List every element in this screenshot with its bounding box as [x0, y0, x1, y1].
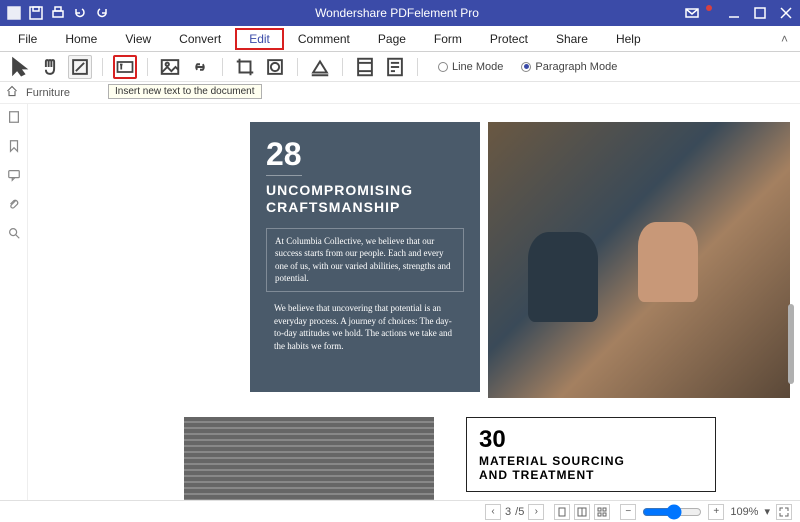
- menubar: File Home View Convert Edit Comment Page…: [0, 26, 800, 52]
- menu-page[interactable]: Page: [364, 28, 420, 50]
- home-icon[interactable]: [6, 85, 18, 100]
- link-tool-icon[interactable]: [188, 55, 212, 79]
- app-logo-icon: [6, 5, 22, 21]
- collapse-ribbon-icon[interactable]: ˄: [773, 32, 796, 46]
- grid-view-icon[interactable]: [594, 504, 610, 520]
- zoom-dropdown-icon[interactable]: ▾: [764, 505, 770, 518]
- view-mode-group: [554, 504, 610, 520]
- document-tab-bar: Furniture Insert new text to the documen…: [0, 82, 800, 104]
- background-tool-icon[interactable]: [308, 55, 332, 79]
- menu-comment[interactable]: Comment: [284, 28, 364, 50]
- redo-icon[interactable]: [94, 5, 110, 21]
- doc-image-perforated[interactable]: [184, 417, 434, 500]
- radio-icon: [438, 62, 448, 72]
- toolbar-separator: [222, 58, 223, 76]
- doc-text-block-28[interactable]: 28 UNCOMPROMISING CRAFTSMANSHIP At Colum…: [250, 122, 480, 392]
- minimize-icon[interactable]: [726, 5, 742, 21]
- zoom-out-icon[interactable]: −: [620, 504, 636, 520]
- menu-edit[interactable]: Edit: [235, 28, 284, 50]
- notification-badge: [706, 5, 712, 11]
- zoom-value[interactable]: 109%: [730, 506, 758, 518]
- menu-convert[interactable]: Convert: [165, 28, 235, 50]
- radio-icon: [521, 62, 531, 72]
- save-icon[interactable]: [28, 5, 44, 21]
- paragraph-mode-radio[interactable]: Paragraph Mode: [521, 61, 617, 73]
- paragraph-mode-label: Paragraph Mode: [535, 61, 617, 73]
- block28-number: 28: [266, 136, 302, 176]
- bookmarks-icon[interactable]: [7, 139, 21, 158]
- window-controls: [684, 5, 794, 21]
- crop-tool-icon[interactable]: [233, 55, 257, 79]
- page-total: /5: [515, 506, 524, 518]
- watermark-tool-icon[interactable]: [263, 55, 287, 79]
- edit-toolbar: Line Mode Paragraph Mode: [0, 52, 800, 82]
- toolbar-separator: [297, 58, 298, 76]
- attachments-icon[interactable]: [7, 197, 21, 216]
- toolbar-separator: [342, 58, 343, 76]
- page-navigator: ‹ 3 /5 ›: [485, 504, 544, 520]
- titlebar: Wondershare PDFelement Pro: [0, 0, 800, 26]
- close-icon[interactable]: [778, 5, 794, 21]
- zoom-in-icon[interactable]: +: [708, 504, 724, 520]
- zoom-control: − + 109% ▾: [620, 504, 792, 520]
- line-mode-label: Line Mode: [452, 61, 503, 73]
- block28-para1[interactable]: At Columbia Collective, we believe that …: [266, 228, 464, 292]
- menu-form[interactable]: Form: [420, 28, 476, 50]
- fullscreen-icon[interactable]: [776, 504, 792, 520]
- block28-para2[interactable]: We believe that uncovering that potentia…: [266, 302, 464, 352]
- next-page-icon[interactable]: ›: [528, 504, 544, 520]
- search-icon[interactable]: [7, 226, 21, 245]
- vertical-scrollbar-thumb[interactable]: [788, 304, 794, 384]
- menu-view[interactable]: View: [111, 28, 165, 50]
- add-image-tool-icon[interactable]: [158, 55, 182, 79]
- tooltip: Insert new text to the document: [108, 84, 262, 99]
- header-footer-tool-icon[interactable]: [353, 55, 377, 79]
- block30-headline: MATERIAL SOURCING AND TREATMENT: [479, 454, 703, 483]
- mail-icon[interactable]: [684, 5, 700, 21]
- toolbar-separator: [102, 58, 103, 76]
- undo-icon[interactable]: [72, 5, 88, 21]
- menu-file[interactable]: File: [4, 28, 51, 50]
- left-panel-rail: [0, 104, 28, 500]
- page-current[interactable]: 3: [505, 506, 511, 518]
- block30-number: 30: [479, 426, 703, 454]
- maximize-icon[interactable]: [752, 5, 768, 21]
- document-tab[interactable]: Furniture: [26, 87, 70, 99]
- single-page-view-icon[interactable]: [554, 504, 570, 520]
- menu-share[interactable]: Share: [542, 28, 602, 50]
- bates-number-tool-icon[interactable]: [383, 55, 407, 79]
- prev-page-icon[interactable]: ‹: [485, 504, 501, 520]
- two-page-view-icon[interactable]: [574, 504, 590, 520]
- document-canvas[interactable]: 28 UNCOMPROMISING CRAFTSMANSHIP At Colum…: [28, 104, 800, 500]
- edit-object-tool-icon[interactable]: [68, 55, 92, 79]
- menu-protect[interactable]: Protect: [476, 28, 542, 50]
- add-text-tool-icon[interactable]: [113, 55, 137, 79]
- toolbar-separator: [147, 58, 148, 76]
- zoom-slider[interactable]: [642, 504, 702, 520]
- toolbar-separator: [417, 58, 418, 76]
- menu-help[interactable]: Help: [602, 28, 655, 50]
- main-area: 28 UNCOMPROMISING CRAFTSMANSHIP At Colum…: [0, 104, 800, 500]
- thumbnails-icon[interactable]: [7, 110, 21, 129]
- doc-image-workshop[interactable]: [488, 122, 790, 398]
- window-title: Wondershare PDFelement Pro: [110, 6, 684, 20]
- comments-icon[interactable]: [7, 168, 21, 187]
- menu-home[interactable]: Home: [51, 28, 111, 50]
- hand-tool-icon[interactable]: [38, 55, 62, 79]
- select-tool-icon[interactable]: [8, 55, 32, 79]
- doc-text-block-30[interactable]: 30 MATERIAL SOURCING AND TREATMENT: [466, 417, 716, 492]
- block28-headline: UNCOMPROMISING CRAFTSMANSHIP: [266, 182, 464, 216]
- edit-mode-group: Line Mode Paragraph Mode: [438, 61, 617, 73]
- line-mode-radio[interactable]: Line Mode: [438, 61, 503, 73]
- statusbar: ‹ 3 /5 › − + 109% ▾: [0, 500, 800, 522]
- print-icon[interactable]: [50, 5, 66, 21]
- quick-access-toolbar: [6, 5, 110, 21]
